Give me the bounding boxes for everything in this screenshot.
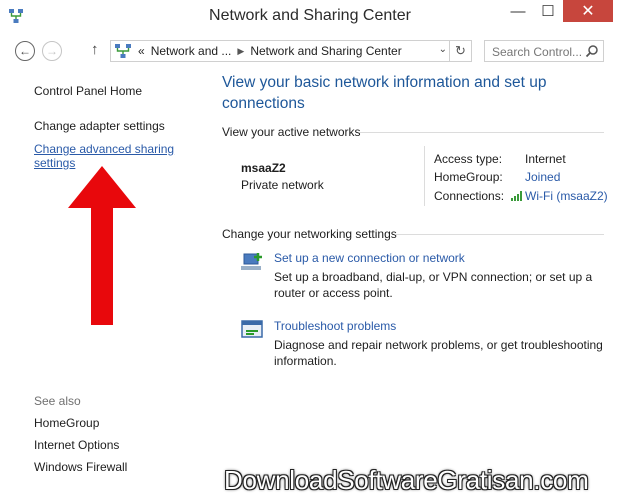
breadcrumb-current[interactable]: Network and Sharing Center <box>250 44 401 58</box>
network-app-icon <box>9 9 23 23</box>
breadcrumb-overflow[interactable]: « <box>138 44 145 58</box>
vertical-divider <box>424 146 425 206</box>
section-divider <box>359 132 604 133</box>
network-location-icon <box>115 44 131 58</box>
close-button[interactable]: ✕ <box>563 0 613 22</box>
connection-wifi-link[interactable]: Wi-Fi (msaaZ2) <box>525 189 608 203</box>
search-input[interactable]: Search Control... <box>484 40 604 62</box>
homegroup-label: HomeGroup: <box>434 170 503 184</box>
sidebar: Control Panel Home Change adapter settin… <box>0 68 205 502</box>
watermark-text: DownloadSoftwareGratisan.com <box>224 465 589 495</box>
back-button[interactable]: ← <box>15 41 35 61</box>
breadcrumb-network-parent[interactable]: Network and ... <box>151 44 232 58</box>
see-also-homegroup[interactable]: HomeGroup <box>34 416 99 430</box>
window-title: Network and Sharing Center <box>209 7 411 24</box>
refresh-icon[interactable]: ↻ <box>449 41 471 61</box>
address-bar[interactable]: « Network and ... ▶ Network and Sharing … <box>110 40 472 62</box>
troubleshoot-link[interactable]: Troubleshoot problems <box>274 319 396 333</box>
setup-connection-description: Set up a broadband, dial-up, or VPN conn… <box>274 270 593 300</box>
access-type-value: Internet <box>525 152 566 166</box>
new-connection-icon <box>241 253 262 270</box>
red-arrow-annotation-icon <box>68 166 136 325</box>
section-divider <box>395 234 604 235</box>
forward-button[interactable]: → <box>42 41 62 61</box>
maximize-button[interactable]: ☐ <box>533 0 563 22</box>
search-placeholder: Search Control... <box>492 45 583 59</box>
setup-connection-link[interactable]: Set up a new connection or network <box>274 251 465 265</box>
troubleshoot-description: Diagnose and repair network problems, or… <box>274 338 603 368</box>
search-icon[interactable] <box>585 44 599 58</box>
network-name: msaaZ2 <box>241 161 286 175</box>
main-content: View your basic network information and … <box>222 68 617 368</box>
chevron-down-icon[interactable]: ⌄ <box>439 44 447 55</box>
page-title: View your basic network information and … <box>222 74 547 112</box>
up-button[interactable]: ↑ <box>91 41 99 58</box>
see-also-internet-options[interactable]: Internet Options <box>34 438 119 452</box>
title-bar: Network and Sharing Center — ☐ ✕ <box>0 0 619 34</box>
see-also-windows-firewall[interactable]: Windows Firewall <box>34 460 127 474</box>
chevron-right-icon[interactable]: ▶ <box>237 46 244 57</box>
network-type[interactable]: Private network <box>241 178 324 192</box>
active-networks-heading: View your active networks <box>222 125 361 139</box>
homegroup-link[interactable]: Joined <box>525 170 560 184</box>
sidebar-control-panel-home[interactable]: Control Panel Home <box>34 84 142 98</box>
navigation-bar: ← → ↑ « Network and ... ▶ Network and Sh… <box>0 34 619 68</box>
connections-label: Connections: <box>434 189 505 203</box>
access-type-label: Access type: <box>434 152 503 166</box>
troubleshoot-icon <box>241 320 263 338</box>
sidebar-change-adapter-settings[interactable]: Change adapter settings <box>34 119 165 133</box>
networking-settings-heading: Change your networking settings <box>222 227 397 241</box>
see-also-heading: See also <box>34 394 81 408</box>
wifi-signal-icon <box>511 191 522 201</box>
minimize-button[interactable]: — <box>503 0 533 22</box>
